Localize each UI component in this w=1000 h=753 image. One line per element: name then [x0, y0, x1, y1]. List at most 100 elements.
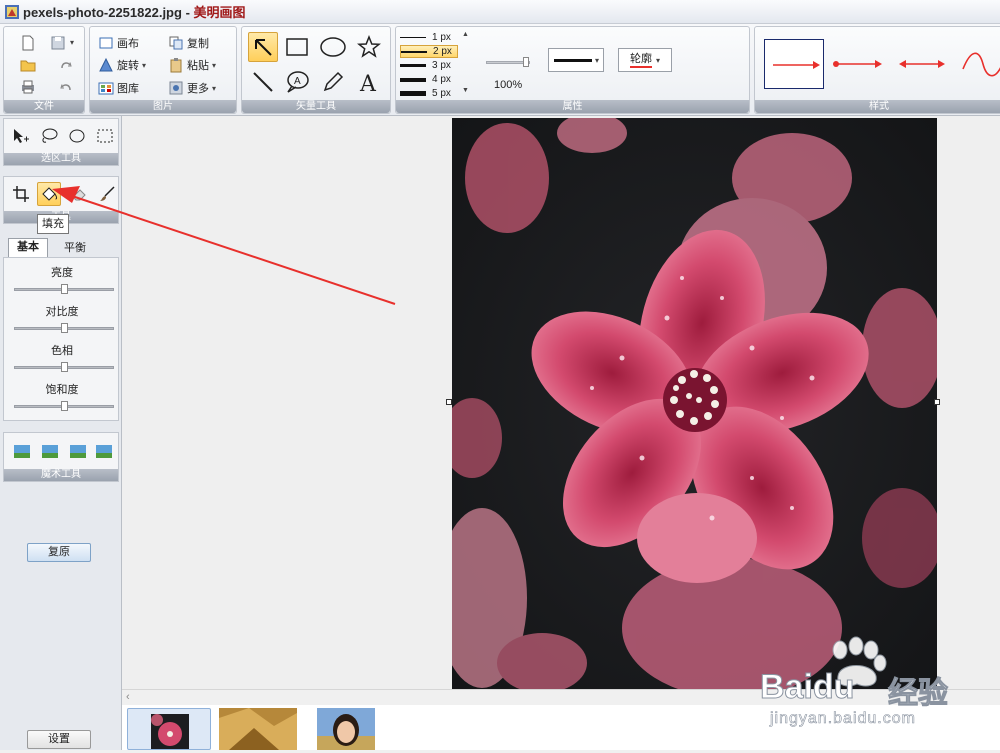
paint-bucket-icon: [42, 187, 58, 201]
magic-effect-1-icon[interactable]: [14, 445, 30, 458]
line-width-label: 2 px: [433, 46, 452, 57]
pencil-tool-button[interactable]: [318, 67, 348, 97]
magic-effect-4-icon[interactable]: [96, 445, 112, 458]
rectangle-icon: [286, 38, 308, 56]
scroll-down-icon[interactable]: ▼: [462, 87, 469, 94]
arrow-tool-button[interactable]: [248, 32, 278, 62]
undo-icon[interactable]: [58, 79, 74, 95]
crop-icon[interactable]: [12, 185, 30, 203]
line-width-4px[interactable]: 4 px: [400, 73, 458, 86]
magic-effect-3-icon[interactable]: [70, 445, 86, 458]
save-dropdown-icon[interactable]: ▾: [70, 38, 74, 47]
hue-slider[interactable]: [14, 362, 114, 372]
properties-group: 1 px 2 px 3 px 4 px 5 px ▲ ▼ 100% ▾ 轮廓 ▾ …: [395, 26, 750, 114]
magic-effect-2-icon[interactable]: [42, 445, 58, 458]
canvas-area[interactable]: [122, 116, 1000, 689]
magic-tools-panel: 魔术工具: [3, 432, 119, 482]
settings-button[interactable]: 设置: [27, 730, 91, 749]
new-file-icon[interactable]: [20, 35, 36, 51]
thumbnail-gold[interactable]: [219, 708, 297, 750]
text-tool-button[interactable]: A: [354, 67, 384, 97]
saturation-row: 饱和度: [4, 381, 120, 397]
flower-photo: [452, 118, 937, 689]
ellipse-tool-button[interactable]: [318, 32, 348, 62]
arrow-style-1[interactable]: [764, 39, 824, 89]
rotate-dropdown-icon[interactable]: ▾: [142, 61, 146, 70]
line-width-5px[interactable]: 5 px: [400, 87, 458, 100]
callout-tool-button[interactable]: A: [282, 67, 312, 97]
wave-style-icon[interactable]: [961, 49, 1000, 79]
tab-balance[interactable]: 平衡: [55, 240, 95, 257]
restore-button[interactable]: 复原: [27, 543, 91, 562]
contrast-row: 对比度: [4, 303, 120, 319]
ribbon: ▾ 文件 画布 复制 旋转 ▾ 粘贴 ▾ 图库 更多 ▾ 图片 A A 矢量工具…: [0, 24, 1000, 116]
opacity-slider-thumb[interactable]: [523, 57, 529, 67]
ellipse-select-icon[interactable]: [68, 127, 86, 145]
chevron-down-icon: ▾: [655, 55, 660, 65]
outline-label: 轮廓: [629, 53, 652, 68]
canvas-label: 画布: [117, 38, 139, 50]
canvas-button[interactable]: 画布: [98, 34, 139, 52]
opacity-slider[interactable]: [486, 57, 530, 67]
fill-tool-button[interactable]: [37, 182, 61, 206]
line-tool-button[interactable]: [248, 67, 278, 97]
more-button[interactable]: 更多 ▾: [168, 79, 216, 97]
contrast-slider[interactable]: [14, 323, 114, 333]
line-style-sample: [554, 58, 592, 62]
paste-button[interactable]: 粘贴 ▾: [168, 56, 216, 74]
line-width-2px[interactable]: 2 px: [400, 45, 458, 58]
adjust-panel: 基本 平衡 亮度 对比度 色相 饱和度: [3, 236, 119, 422]
title-bar: pexels-photo-2251822.jpg - 美明画图: [0, 0, 1000, 24]
line-style-dropdown[interactable]: ▾: [548, 48, 604, 72]
resize-handle-right[interactable]: [934, 399, 940, 405]
paste-dropdown-icon[interactable]: ▾: [212, 61, 216, 70]
saturation-thumb[interactable]: [61, 401, 68, 411]
arrow-icon: [255, 39, 272, 56]
rectangle-tool-button[interactable]: [282, 32, 312, 62]
canvas-icon: [99, 37, 113, 49]
scroll-left-icon[interactable]: ‹: [126, 691, 130, 703]
properties-group-label: 属性: [396, 100, 749, 113]
horizontal-scrollbar[interactable]: ‹: [122, 689, 1000, 705]
save-icon[interactable]: [50, 35, 66, 51]
resize-handle-left[interactable]: [446, 399, 452, 405]
ellipse-icon: [320, 37, 346, 57]
tab-basic[interactable]: 基本: [8, 238, 48, 257]
callout-icon: A: [287, 71, 309, 93]
text-icon: A: [359, 72, 377, 94]
dot-arrow-style-icon[interactable]: [831, 51, 887, 77]
brightness-thumb[interactable]: [61, 284, 68, 294]
saturation-slider[interactable]: [14, 401, 114, 411]
scroll-up-icon[interactable]: ▲: [462, 31, 469, 38]
chevron-down-icon: ▾: [595, 55, 600, 65]
copy-icon: [169, 36, 183, 50]
brush-icon[interactable]: [98, 185, 116, 203]
gallery-icon: [98, 82, 114, 95]
double-arrow-style-icon[interactable]: [897, 51, 947, 77]
thumbnail-flower[interactable]: [127, 708, 211, 750]
rotate-button[interactable]: 旋转 ▾: [98, 56, 146, 74]
shapes-group: A A 矢量工具: [241, 26, 391, 114]
contrast-thumb[interactable]: [61, 323, 68, 333]
eraser-icon[interactable]: [70, 185, 88, 203]
styles-group: 样式: [754, 26, 1000, 114]
print-icon[interactable]: [20, 79, 36, 95]
gallery-button[interactable]: 图库: [98, 79, 139, 97]
move-select-icon[interactable]: [12, 127, 30, 145]
lasso-icon[interactable]: [40, 127, 58, 145]
hue-thumb[interactable]: [61, 362, 68, 372]
copy-button[interactable]: 复制: [168, 34, 209, 52]
photo-canvas[interactable]: [452, 118, 937, 689]
star-tool-button[interactable]: [354, 32, 384, 62]
fill-tooltip: 填充: [37, 214, 69, 234]
open-folder-icon[interactable]: [20, 57, 36, 73]
outline-dropdown[interactable]: 轮廓 ▾: [618, 48, 672, 72]
rect-select-icon[interactable]: [96, 127, 114, 145]
line-width-1px[interactable]: 1 px: [400, 31, 458, 44]
line-width-3px[interactable]: 3 px: [400, 59, 458, 72]
thumbnail-portrait[interactable]: [317, 708, 375, 750]
brightness-slider[interactable]: [14, 284, 114, 294]
more-dropdown-icon[interactable]: ▾: [212, 84, 216, 93]
redo-icon[interactable]: [58, 57, 74, 73]
window-title: pexels-photo-2251822.jpg - 美明画图: [23, 5, 246, 20]
